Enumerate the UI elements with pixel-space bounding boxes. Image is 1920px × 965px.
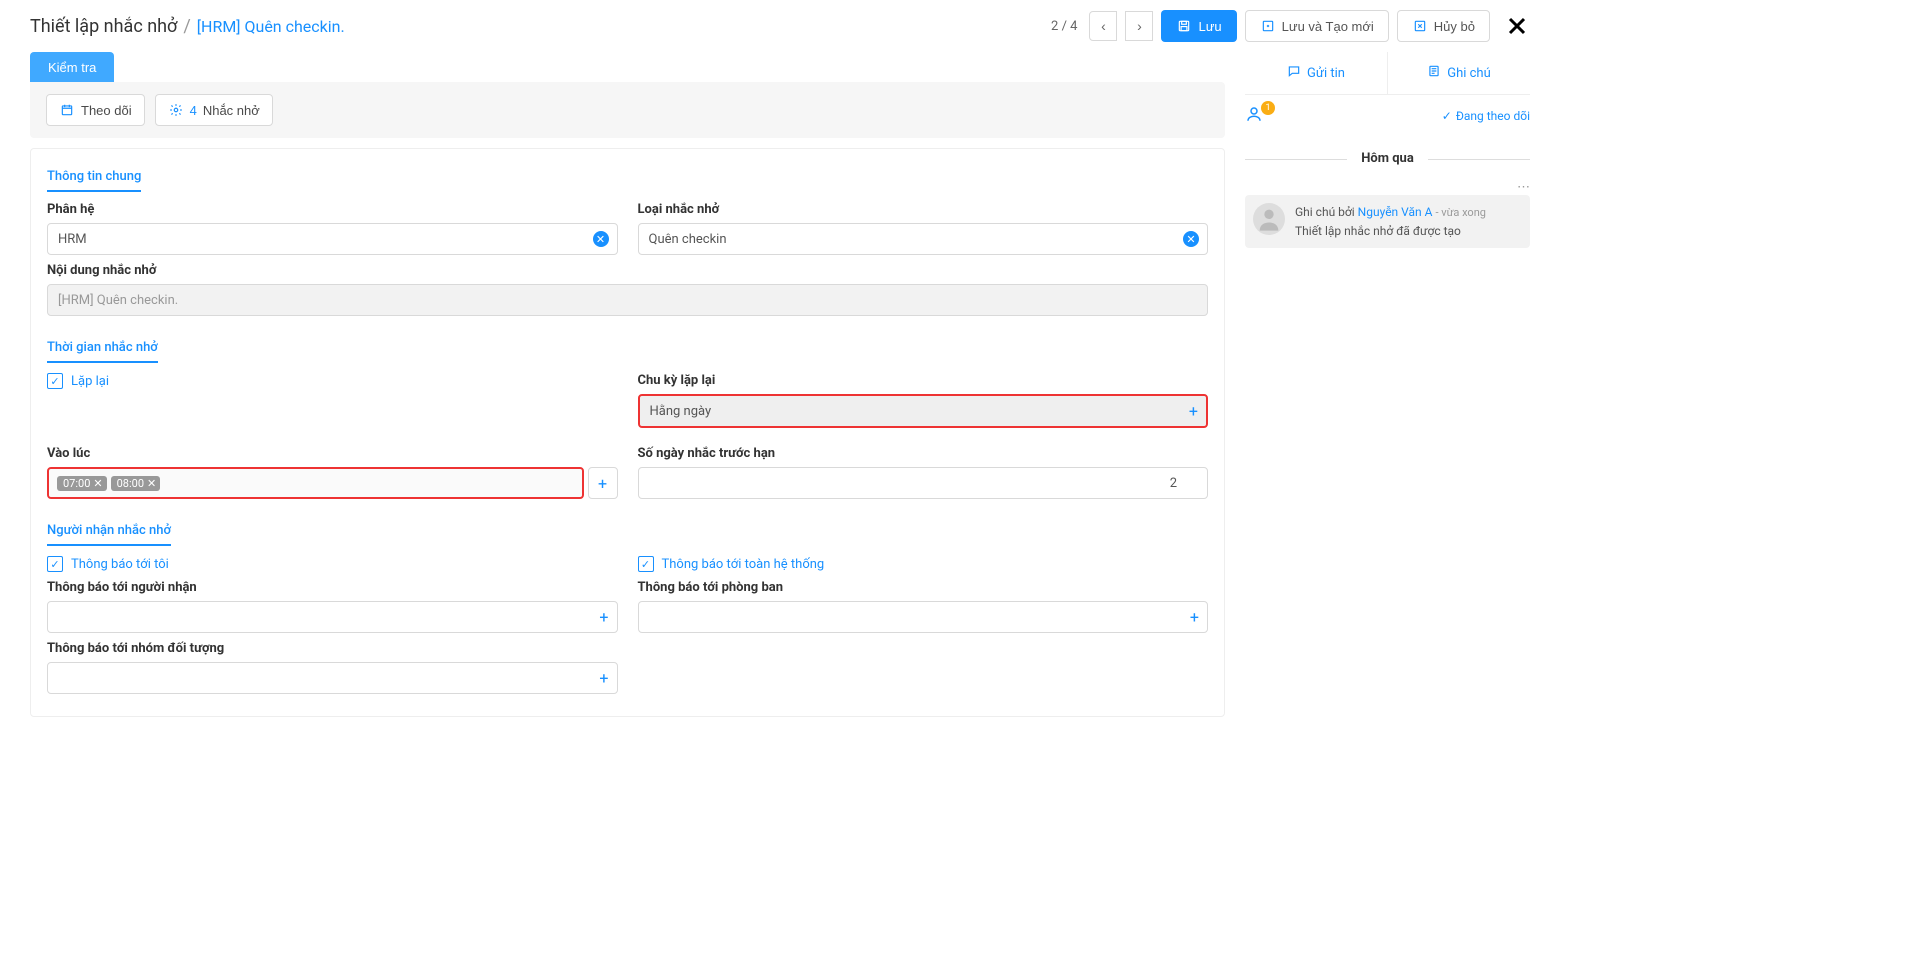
section-time-title: Thời gian nhắc nhở — [47, 334, 158, 363]
add-dept-button[interactable]: + — [1190, 608, 1199, 627]
content-input[interactable]: [HRM] Quên checkin. — [47, 284, 1208, 316]
checkmark-icon: ✓ — [1442, 109, 1452, 123]
following-link[interactable]: ✓ Đang theo dõi — [1442, 109, 1530, 123]
note-icon — [1427, 64, 1441, 82]
subsystem-label: Phân hệ — [47, 202, 618, 217]
clear-subsystem-button[interactable]: ✕ — [593, 231, 609, 247]
follower-avatar-badge[interactable]: 1 — [1245, 105, 1267, 127]
cancel-button[interactable]: Hủy bỏ — [1397, 10, 1490, 42]
content-label: Nội dung nhắc nhở — [47, 263, 1208, 278]
notify-group-label: Thông báo tới nhóm đối tượng — [47, 641, 618, 656]
subsystem-select[interactable]: HRM ✕ — [47, 223, 618, 255]
cancel-icon — [1412, 18, 1428, 34]
remove-time-0700-button[interactable]: ✕ — [93, 477, 102, 490]
more-dots[interactable]: ⋯ — [1245, 180, 1530, 195]
header-bar: Thiết lập nhắc nhở / [HRM] Quên checkin.… — [0, 0, 1560, 52]
log-prefix: Ghi chú bởi — [1295, 205, 1355, 219]
section-recipients-title: Người nhận nhắc nhở — [47, 517, 171, 546]
notify-recipients-select[interactable]: + — [47, 601, 618, 633]
save-new-icon — [1260, 18, 1276, 34]
note-tab[interactable]: Ghi chú — [1388, 52, 1530, 94]
time-tag-0700: 07:00 ✕ — [57, 476, 107, 491]
at-time-input[interactable]: 07:00 ✕ 08:00 ✕ — [47, 467, 584, 499]
notify-dept-label: Thông báo tới phòng ban — [638, 580, 1209, 595]
add-recipient-button[interactable]: + — [599, 608, 608, 627]
close-dialog-button[interactable] — [1504, 13, 1530, 39]
notify-recipients-label: Thông báo tới người nhận — [47, 580, 618, 595]
checkbox-checked-icon: ✓ — [47, 373, 63, 389]
add-time-button[interactable]: + — [588, 467, 618, 499]
log-time: - vừa xong — [1435, 206, 1486, 219]
avatar — [1253, 203, 1285, 235]
save-icon — [1176, 18, 1192, 34]
chat-icon — [1287, 64, 1301, 82]
notify-dept-select[interactable]: + — [638, 601, 1209, 633]
date-divider: Hôm qua — [1245, 151, 1530, 166]
reminder-count-button[interactable]: 4 Nhắc nhở — [155, 94, 273, 126]
cycle-label: Chu kỳ lặp lại — [638, 373, 1209, 388]
follow-button[interactable]: Theo dõi — [46, 94, 145, 126]
reminder-type-label: Loại nhắc nhở — [638, 202, 1209, 217]
side-tabs: Gửi tin Ghi chú — [1245, 52, 1530, 95]
person-icon — [1245, 107, 1263, 128]
follower-count-badge: 1 — [1261, 101, 1275, 115]
pager-prev-button[interactable]: ‹ — [1089, 11, 1117, 41]
remove-time-0800-button[interactable]: ✕ — [147, 477, 156, 490]
action-bar: Theo dõi 4 Nhắc nhở — [30, 82, 1225, 138]
pager-position: 2 / 4 — [1047, 19, 1081, 34]
repeat-checkbox[interactable]: ✓ Lặp lại — [47, 373, 618, 389]
days-before-label: Số ngày nhắc trước hạn — [638, 446, 1209, 461]
reminder-type-select[interactable]: Quên checkin ✕ — [638, 223, 1209, 255]
chevron-left-icon: ‹ — [1101, 18, 1106, 34]
log-entry: Ghi chú bởi Nguyễn Văn A - vừa xong Thiế… — [1245, 195, 1530, 248]
chevron-right-icon: › — [1137, 18, 1142, 34]
breadcrumb-subtitle[interactable]: [HRM] Quên checkin. — [197, 17, 345, 36]
add-cycle-button[interactable]: + — [1189, 402, 1198, 421]
notify-me-checkbox[interactable]: ✓ Thông báo tới tôi — [47, 556, 618, 572]
calendar-icon — [59, 102, 75, 118]
at-time-label: Vào lúc — [47, 446, 618, 461]
page-title: Thiết lập nhắc nhở — [30, 16, 177, 37]
form-card: Thông tin chung Phân hệ HRM ✕ Loại nhắc … — [30, 148, 1225, 717]
save-button[interactable]: Lưu — [1161, 10, 1236, 42]
section-general-title: Thông tin chung — [47, 163, 141, 192]
clear-reminder-type-button[interactable]: ✕ — [1183, 231, 1199, 247]
save-and-new-button[interactable]: Lưu và Tạo mới — [1245, 10, 1389, 42]
gear-icon — [168, 102, 184, 118]
checkbox-checked-icon: ✓ — [638, 556, 654, 572]
checkbox-checked-icon: ✓ — [47, 556, 63, 572]
log-user-link[interactable]: Nguyễn Văn A — [1358, 205, 1433, 219]
notify-all-checkbox[interactable]: ✓ Thông báo tới toàn hệ thống — [638, 556, 1209, 572]
days-before-input[interactable]: 2 — [638, 467, 1209, 499]
cycle-select[interactable]: Hằng ngày + — [638, 394, 1209, 428]
log-body: Thiết lập nhắc nhở đã được tạo — [1295, 222, 1486, 240]
time-tag-0800: 08:00 ✕ — [111, 476, 161, 491]
check-button[interactable]: Kiểm tra — [30, 52, 114, 82]
add-group-button[interactable]: + — [599, 669, 608, 688]
breadcrumb-separator: / — [183, 16, 190, 37]
notify-group-select[interactable]: + — [47, 662, 618, 694]
pager-next-button[interactable]: › — [1125, 11, 1153, 41]
send-message-tab[interactable]: Gửi tin — [1245, 52, 1388, 94]
